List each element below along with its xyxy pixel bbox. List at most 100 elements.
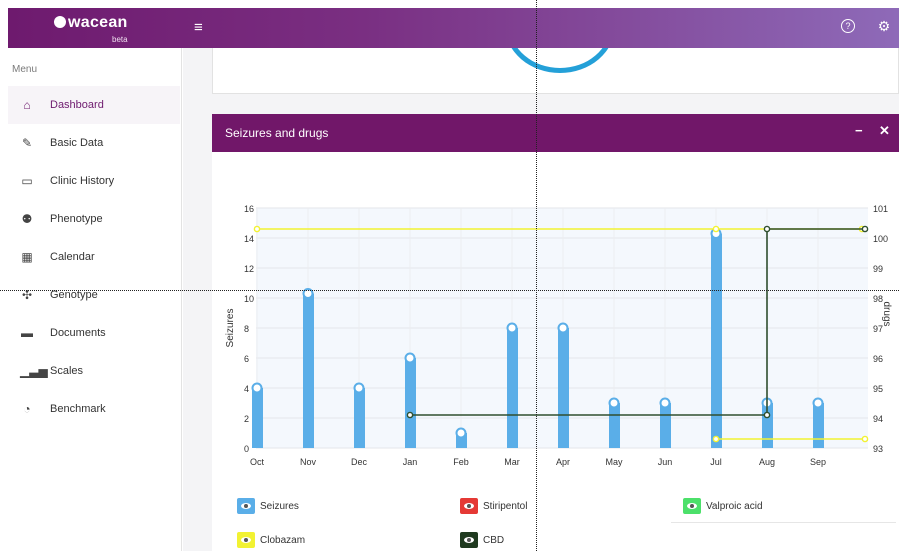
legend-label: CBD [483, 534, 505, 546]
seizures-drugs-chart: 024681012141693949596979899100101Oct Nov D… [225, 204, 892, 467]
y-tick-label: 0 [244, 444, 249, 454]
bar-seizures [558, 328, 569, 448]
edit-icon: ✎ [21, 136, 33, 150]
sidebar-item-label: Clinic History [50, 175, 115, 187]
gauge-ring [505, 48, 615, 73]
y-tick-label: 16 [244, 204, 254, 214]
app-logo[interactable]: wacean [54, 14, 128, 32]
bar-seizures [354, 388, 365, 448]
logo-subtitle: beta [112, 35, 128, 44]
y-axis-label: Seizures [225, 309, 236, 348]
folder-open-icon: ▭ [21, 174, 33, 188]
y-tick-label: 10 [244, 294, 254, 304]
y2-tick-label: 99 [873, 264, 883, 274]
bar-marker [251, 382, 263, 394]
eye-icon [460, 498, 478, 514]
bar-seizures [609, 403, 620, 448]
guide-line-horizontal [0, 290, 899, 291]
y2-tick-label: 94 [873, 414, 883, 424]
sidebar-item-basic-data[interactable]: ✎ Basic Data [8, 124, 180, 162]
sidebar-item-calendar[interactable]: ▦ Calendar [8, 238, 180, 276]
legend-label: Clobazam [260, 534, 306, 546]
y-tick-label: 14 [244, 234, 254, 244]
legend-item-cbd[interactable]: CBD [460, 531, 504, 549]
line-point [763, 411, 771, 419]
sidebar-item-benchmark[interactable]: ◔ Benchmark [8, 390, 180, 428]
x-tick-label: Sep [810, 457, 826, 467]
logo-mark-icon [54, 16, 66, 28]
legend-label: Stiripentol [483, 500, 528, 512]
x-tick-label: Oct [250, 457, 265, 467]
x-tick-label: May [605, 457, 623, 467]
x-tick-label: Jul [710, 457, 722, 467]
legend-label: Seizures [260, 500, 299, 512]
line-point [253, 225, 261, 233]
sidebar-item-clinic-history[interactable]: ▭ Clinic History [8, 162, 180, 200]
legend-divider [671, 522, 896, 523]
y2-tick-label: 96 [873, 354, 883, 364]
home-icon: ⌂ [23, 98, 31, 112]
signal-bars-icon: ▁▃▅ [20, 364, 48, 378]
gear-icon[interactable]: ⚙ [877, 19, 891, 33]
eye-icon [237, 498, 255, 514]
document-icon: ▬ [21, 326, 33, 340]
bar-marker [608, 397, 620, 409]
x-tick-label: Dec [351, 457, 368, 467]
y-tick-label: 2 [244, 414, 249, 424]
sidebar-menu-title: Menu [12, 64, 38, 75]
bar-seizures [252, 388, 263, 448]
bar-marker [353, 382, 365, 394]
bar-marker [455, 427, 467, 439]
y2-tick-label: 101 [873, 204, 888, 214]
y-tick-label: 6 [244, 354, 249, 364]
bar-marker [404, 352, 416, 364]
sidebar-item-phenotype[interactable]: ⚉ Phenotype [8, 200, 180, 238]
bar-seizures [813, 403, 824, 448]
line-point [712, 435, 720, 443]
legend-item-valproic-acid[interactable]: Valproic acid [683, 497, 763, 515]
sidebar-item-documents[interactable]: ▬ Documents [8, 314, 180, 352]
y2-tick-label: 100 [873, 234, 888, 244]
legend-item-clobazam[interactable]: Clobazam [237, 531, 305, 549]
close-icon[interactable]: ✕ [879, 123, 890, 139]
eye-icon [683, 498, 701, 514]
y2-axis-label: drugs [881, 301, 892, 326]
panel-title: Seizures and drugs [225, 126, 329, 140]
x-tick-label: Aug [759, 457, 775, 467]
x-tick-label: Apr [556, 457, 570, 467]
bar-marker [659, 397, 671, 409]
x-tick-label: Nov [300, 457, 317, 467]
sidebar: Menu ⌂ Dashboard ✎ Basic Data ▭ Clinic H… [0, 48, 182, 551]
minus-icon[interactable]: − [855, 123, 863, 138]
calendar-icon: ▦ [21, 250, 33, 264]
sidebar-item-label: Scales [50, 365, 84, 377]
y2-tick-label: 93 [873, 444, 883, 454]
family-tree-icon: ⚉ [21, 212, 33, 226]
x-tick-label: Feb [453, 457, 469, 467]
question-circle-icon[interactable]: ? [841, 19, 855, 33]
line-point [406, 411, 414, 419]
bar-seizures [660, 403, 671, 448]
legend-label: Valproic acid [706, 500, 763, 512]
bar-seizures [507, 328, 518, 448]
panel-header: Seizures and drugs − ✕ [212, 114, 899, 152]
bar-marker [812, 397, 824, 409]
legend-item-stiripentol[interactable]: Stiripentol [460, 497, 527, 515]
top-navbar: wacean beta ≡ ? ⚙ [8, 8, 899, 48]
y-tick-label: 8 [244, 324, 249, 334]
bar-seizures [711, 233, 722, 448]
sidebar-item-dashboard[interactable]: ⌂ Dashboard [8, 86, 180, 124]
sidebar-item-label: Dashboard [50, 99, 104, 111]
y2-tick-label: 95 [873, 384, 883, 394]
hamburger-icon[interactable]: ≡ [194, 19, 203, 36]
sidebar-item-genotype[interactable]: ✣ Genotype [8, 276, 180, 314]
seizures-drugs-panel: Seizures and drugs − ✕ 0 2 4 6 8 10 12 14 16 93 94… [212, 114, 899, 551]
bar-seizures [303, 293, 314, 448]
eye-icon [237, 532, 255, 548]
bar-seizures [405, 358, 416, 448]
main-content: Seizures and drugs − ✕ 0 2 4 6 8 10 12 14 16 93 94… [183, 48, 899, 551]
gauge-card [212, 48, 899, 94]
sidebar-item-scales[interactable]: ▁▃▅ Scales [8, 352, 180, 390]
legend-item-seizures[interactable]: Seizures [237, 497, 299, 515]
line-point [861, 435, 869, 443]
